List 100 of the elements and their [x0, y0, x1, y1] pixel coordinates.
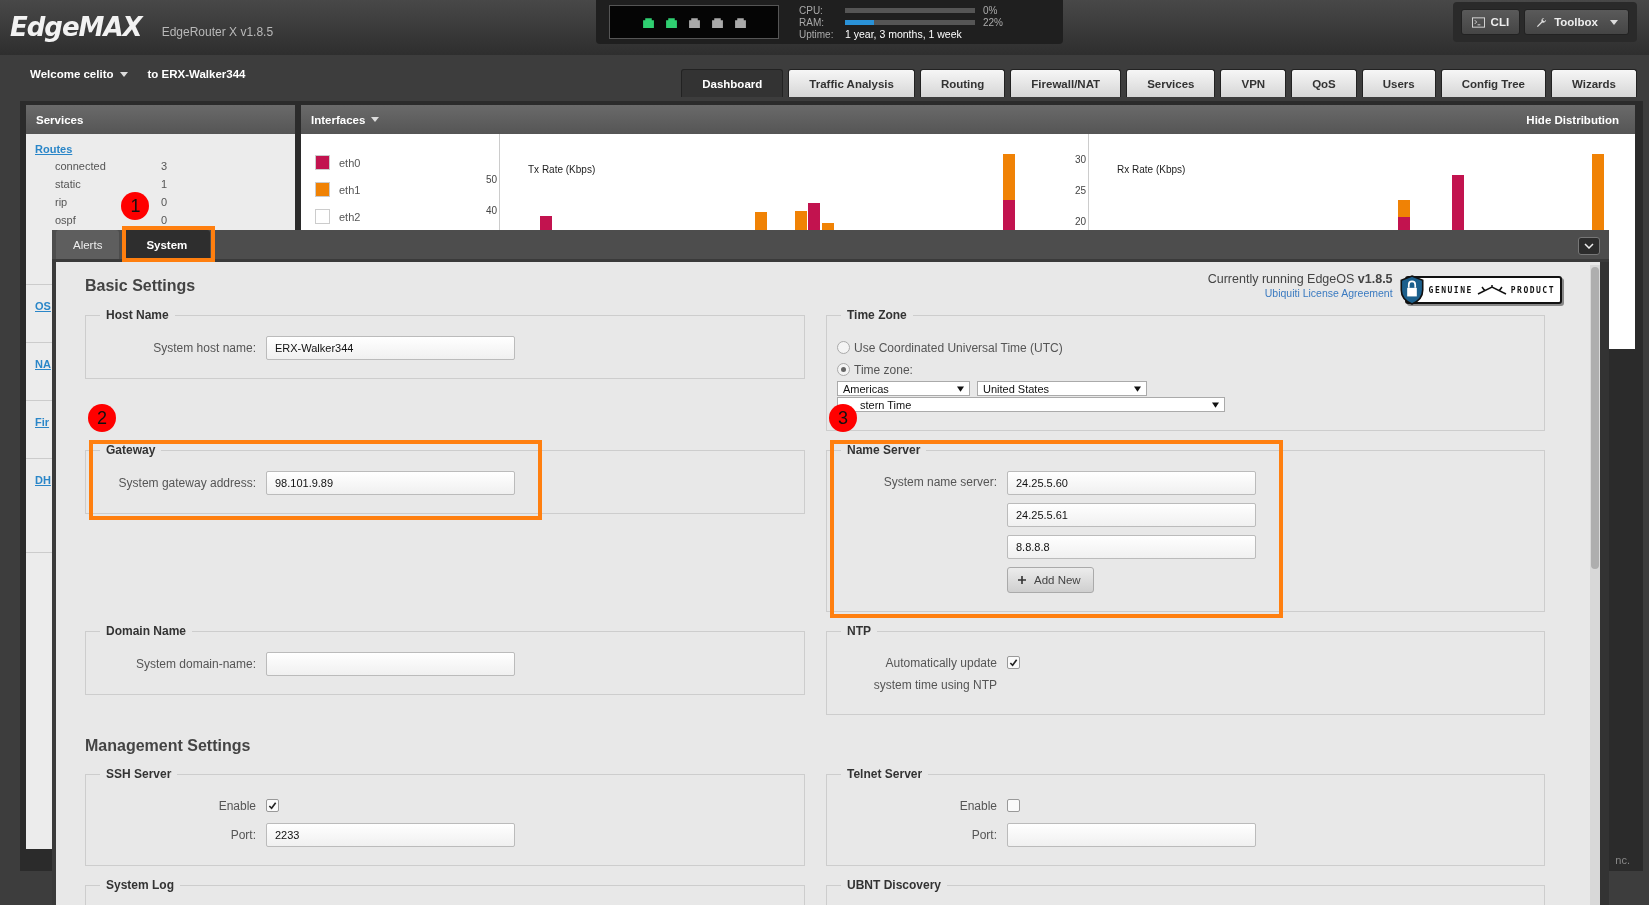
license-link[interactable]: Ubiquiti License Agreement [1264, 287, 1393, 300]
chart-bar [1398, 200, 1410, 217]
meter-label: CPU: [799, 4, 824, 16]
meter-label: RAM: [799, 16, 825, 28]
route-type: ospf [55, 213, 76, 227]
nav-tab[interactable]: Traffic Analysis [788, 69, 915, 97]
input-field[interactable] [266, 652, 515, 676]
input-field[interactable]: 8.8.8.8 [1007, 535, 1256, 559]
cli-button[interactable]: CLI [1460, 9, 1521, 35]
wrench-icon [1535, 16, 1549, 28]
dropdown-arrow-icon [1212, 401, 1219, 408]
nav-tab[interactable]: VPN [1220, 69, 1287, 97]
chart-bar [1452, 175, 1464, 233]
axis-tick: 50 [485, 173, 497, 187]
route-count: 3 [161, 159, 168, 173]
caret-icon [1610, 19, 1618, 25]
input-field[interactable]: 24.25.5.61 [1007, 503, 1256, 527]
chart-title: Tx Rate (Kbps) [528, 164, 596, 175]
route-count: 0 [161, 195, 168, 209]
settings-tab[interactable]: Alerts [56, 230, 120, 259]
input-field[interactable]: 98.101.9.89 [266, 471, 515, 495]
input-field[interactable]: 2233 [266, 823, 515, 847]
route-count: 0 [161, 213, 168, 227]
axis-tick: 30 [1074, 153, 1086, 167]
field-label: System domain-name: [134, 656, 256, 673]
nav-tab[interactable]: Config Tree [1440, 69, 1546, 97]
group-title: Time Zone [846, 308, 908, 322]
dropdown-arrow-icon [957, 385, 964, 392]
axis-tick: 40 [485, 204, 497, 218]
section-heading: Basic Settings [85, 276, 196, 296]
nav-tab[interactable]: Routing [919, 69, 1006, 97]
meter-reading: 22% [983, 16, 1003, 28]
axis-tick: 20 [1074, 215, 1086, 229]
nav-tab[interactable]: Dashboard [681, 69, 784, 97]
route-count: 1 [161, 177, 168, 191]
dropdown[interactable]: Americas [837, 381, 970, 396]
group-title: Gateway [105, 443, 157, 457]
route-type: rip [55, 195, 68, 209]
chart-title: Rx Rate (Kbps) [1117, 164, 1186, 175]
input-field[interactable]: 24.25.5.60 [1007, 471, 1256, 495]
group-title: Domain Name [105, 624, 188, 638]
version-text: Currently running EdgeOS v1.8.5 [1207, 271, 1393, 287]
nav-tab[interactable]: Wizards [1551, 69, 1637, 97]
field-label: System gateway address: [117, 475, 256, 492]
radio-label: Time zone: [854, 362, 913, 377]
route-type: connected [55, 159, 106, 173]
group-title: NTP [846, 624, 872, 638]
chart-bar [1003, 154, 1015, 200]
field-label: System name server: [882, 474, 997, 491]
nav-tab[interactable]: Firewall/NAT [1010, 69, 1122, 97]
legend-label: eth1 [339, 183, 361, 196]
dropdown[interactable]: stern Time [837, 397, 1225, 412]
checkbox[interactable] [266, 799, 279, 812]
section-heading: Management Settings [85, 736, 252, 756]
uptime-value: 1 year, 3 months, 1 week [845, 28, 962, 40]
terminal-icon [1471, 16, 1485, 28]
router-name: to ERX-Walker344 [147, 68, 246, 80]
group-title: Name Server [846, 443, 922, 457]
add-new-button[interactable]: Add New [1007, 567, 1094, 593]
panel-title: Services [36, 113, 84, 126]
caret-icon [371, 117, 380, 122]
dropdown[interactable]: United States [977, 381, 1147, 396]
edgemax-logo: EdgeMAX [10, 11, 142, 44]
checkbox[interactable] [1007, 799, 1020, 812]
collapse-button[interactable] [1578, 237, 1600, 255]
input-field[interactable] [1007, 823, 1256, 847]
interfaces-menu[interactable]: Interfaces [311, 113, 380, 126]
route-type: static [55, 177, 81, 191]
radio-button[interactable] [837, 341, 850, 354]
antenna-logo-icon [1476, 285, 1507, 295]
nav-tab[interactable]: QoS [1291, 69, 1357, 97]
input-field[interactable]: ERX-Walker344 [266, 336, 515, 360]
hide-distribution-link[interactable]: Hide Distribution [1526, 113, 1619, 126]
copyright-text: nc. [1615, 854, 1630, 866]
badge-text: GENUINE [1428, 285, 1473, 295]
field-label: Enable [217, 798, 256, 815]
nav-tab[interactable]: Services [1126, 69, 1216, 97]
caret-icon [119, 71, 128, 77]
meter-reading: 0% [983, 4, 998, 16]
radio-button[interactable] [837, 363, 850, 376]
model-label: EdgeRouter X v1.8.5 [161, 24, 274, 41]
chevron-down-icon [1584, 243, 1594, 249]
step-number: 3 [829, 404, 857, 432]
field-label: Port: [970, 827, 997, 844]
scrollbar[interactable] [1590, 265, 1600, 905]
plus-icon [1018, 576, 1026, 584]
axis-tick: 25 [1074, 184, 1086, 198]
radio-label: Use Coordinated Universal Time (UTC) [854, 340, 1063, 355]
chart-bar [808, 203, 820, 233]
step-number: 2 [88, 404, 116, 432]
field-label: Enable [958, 798, 997, 815]
field-label: Automatically update system time using NTP [872, 655, 997, 694]
user-menu[interactable]: Welcome celito [30, 68, 128, 80]
nav-tab[interactable]: Users [1361, 69, 1436, 97]
toolbox-button[interactable]: Toolbox [1524, 9, 1629, 35]
field-label: Port: [229, 827, 256, 844]
checkbox[interactable] [1007, 656, 1020, 669]
group-title: Telnet Server [846, 767, 924, 781]
group-title: System Log [105, 878, 175, 892]
legend-label: eth0 [339, 156, 361, 169]
